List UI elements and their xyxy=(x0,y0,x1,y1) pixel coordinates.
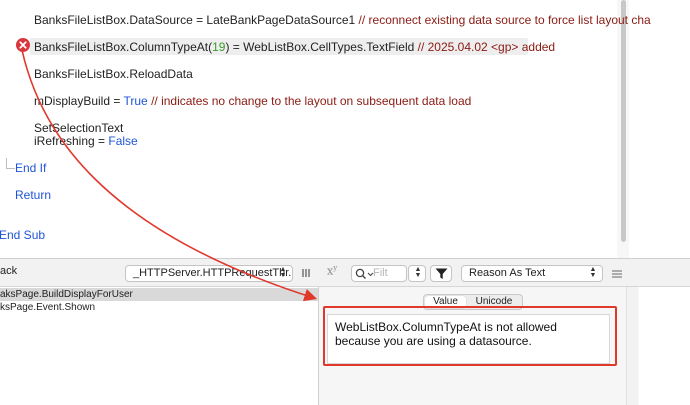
code-text: BanksFileListBox.ColumnTypeAt( xyxy=(34,40,213,54)
code-number: 19 xyxy=(212,40,226,54)
code-line[interactable]: BanksFileListBox.ReloadData xyxy=(34,67,193,82)
filter-icon xyxy=(435,268,448,279)
code-comment: // 2025.04.02 <gp> added xyxy=(417,40,556,54)
code-keyword: True xyxy=(123,94,148,108)
thread-popup-label: _HTTPServer.HTTPRequestThr... xyxy=(133,267,293,279)
updown-arrows-icon: ▲ ▼ xyxy=(414,266,422,279)
superscript-xy-icon[interactable]: xy xyxy=(327,264,345,280)
code-line[interactable]: iRefreshing = False xyxy=(34,134,138,149)
code-comment: // reconnect existing data source to for… xyxy=(358,13,651,27)
stepper-button[interactable]: ▲ ▼ xyxy=(408,265,426,282)
error-icon[interactable] xyxy=(16,38,30,52)
code-keyword: False xyxy=(108,134,138,148)
stack-row[interactable]: ksPage.Event.Shown xyxy=(0,301,318,314)
annotation-highlight-box xyxy=(323,306,617,366)
filter-placeholder: Filt xyxy=(373,267,388,279)
filter-search-field[interactable]: Filt xyxy=(351,265,407,282)
stack-panel: aksPage.BuildDisplayForUser ksPage.Event… xyxy=(0,287,318,405)
thread-popup[interactable]: _HTTPServer.HTTPRequestThr... ▲ ▼ xyxy=(125,265,293,282)
search-icon xyxy=(355,268,374,279)
stack-row[interactable]: aksPage.BuildDisplayForUser xyxy=(0,288,318,301)
code-line-error[interactable]: BanksFileListBox.ColumnTypeAt(19) = WebL… xyxy=(34,40,555,55)
code-text: ) = WebListBox.CellTypes.TextField xyxy=(225,40,418,54)
code-line[interactable]: mDisplayBuild = True // indicates no cha… xyxy=(34,94,471,109)
updown-arrows-icon: ▲ ▼ xyxy=(279,266,287,279)
code-text: BanksFileListBox.DataSource = LateBankPa… xyxy=(34,13,359,27)
code-line[interactable]: Return xyxy=(15,188,51,203)
code-keyword: Return xyxy=(15,188,52,202)
code-text: SetSelectionText xyxy=(34,121,124,135)
code-keyword: End Sub xyxy=(0,228,46,242)
filter-button[interactable] xyxy=(430,265,452,282)
code-editor[interactable]: BanksFileListBox.DataSource = LateBankPa… xyxy=(0,0,690,258)
fold-guide xyxy=(6,158,15,169)
code-line[interactable]: End If xyxy=(15,161,46,176)
updown-arrows-icon: ▲ ▼ xyxy=(589,266,597,279)
code-line[interactable]: End Sub xyxy=(0,228,45,243)
code-comment: // indicates no change to the layout on … xyxy=(151,94,472,108)
code-text: mDisplayBuild = xyxy=(34,94,124,108)
menu-icon[interactable] xyxy=(611,267,623,279)
format-popup[interactable]: Reason As Text ▲ ▼ xyxy=(461,265,603,282)
list-icon[interactable] xyxy=(300,266,312,280)
stack-label: ack xyxy=(0,265,18,277)
code-keyword: End If xyxy=(15,161,47,175)
format-popup-label: Reason As Text xyxy=(469,267,546,279)
variables-scrollbar[interactable] xyxy=(626,287,638,405)
editor-scrollbar[interactable] xyxy=(621,0,626,242)
code-text: BanksFileListBox.ReloadData xyxy=(34,67,193,81)
code-text: iRefreshing = xyxy=(34,134,109,148)
code-line[interactable]: BanksFileListBox.DataSource = LateBankPa… xyxy=(34,13,651,28)
